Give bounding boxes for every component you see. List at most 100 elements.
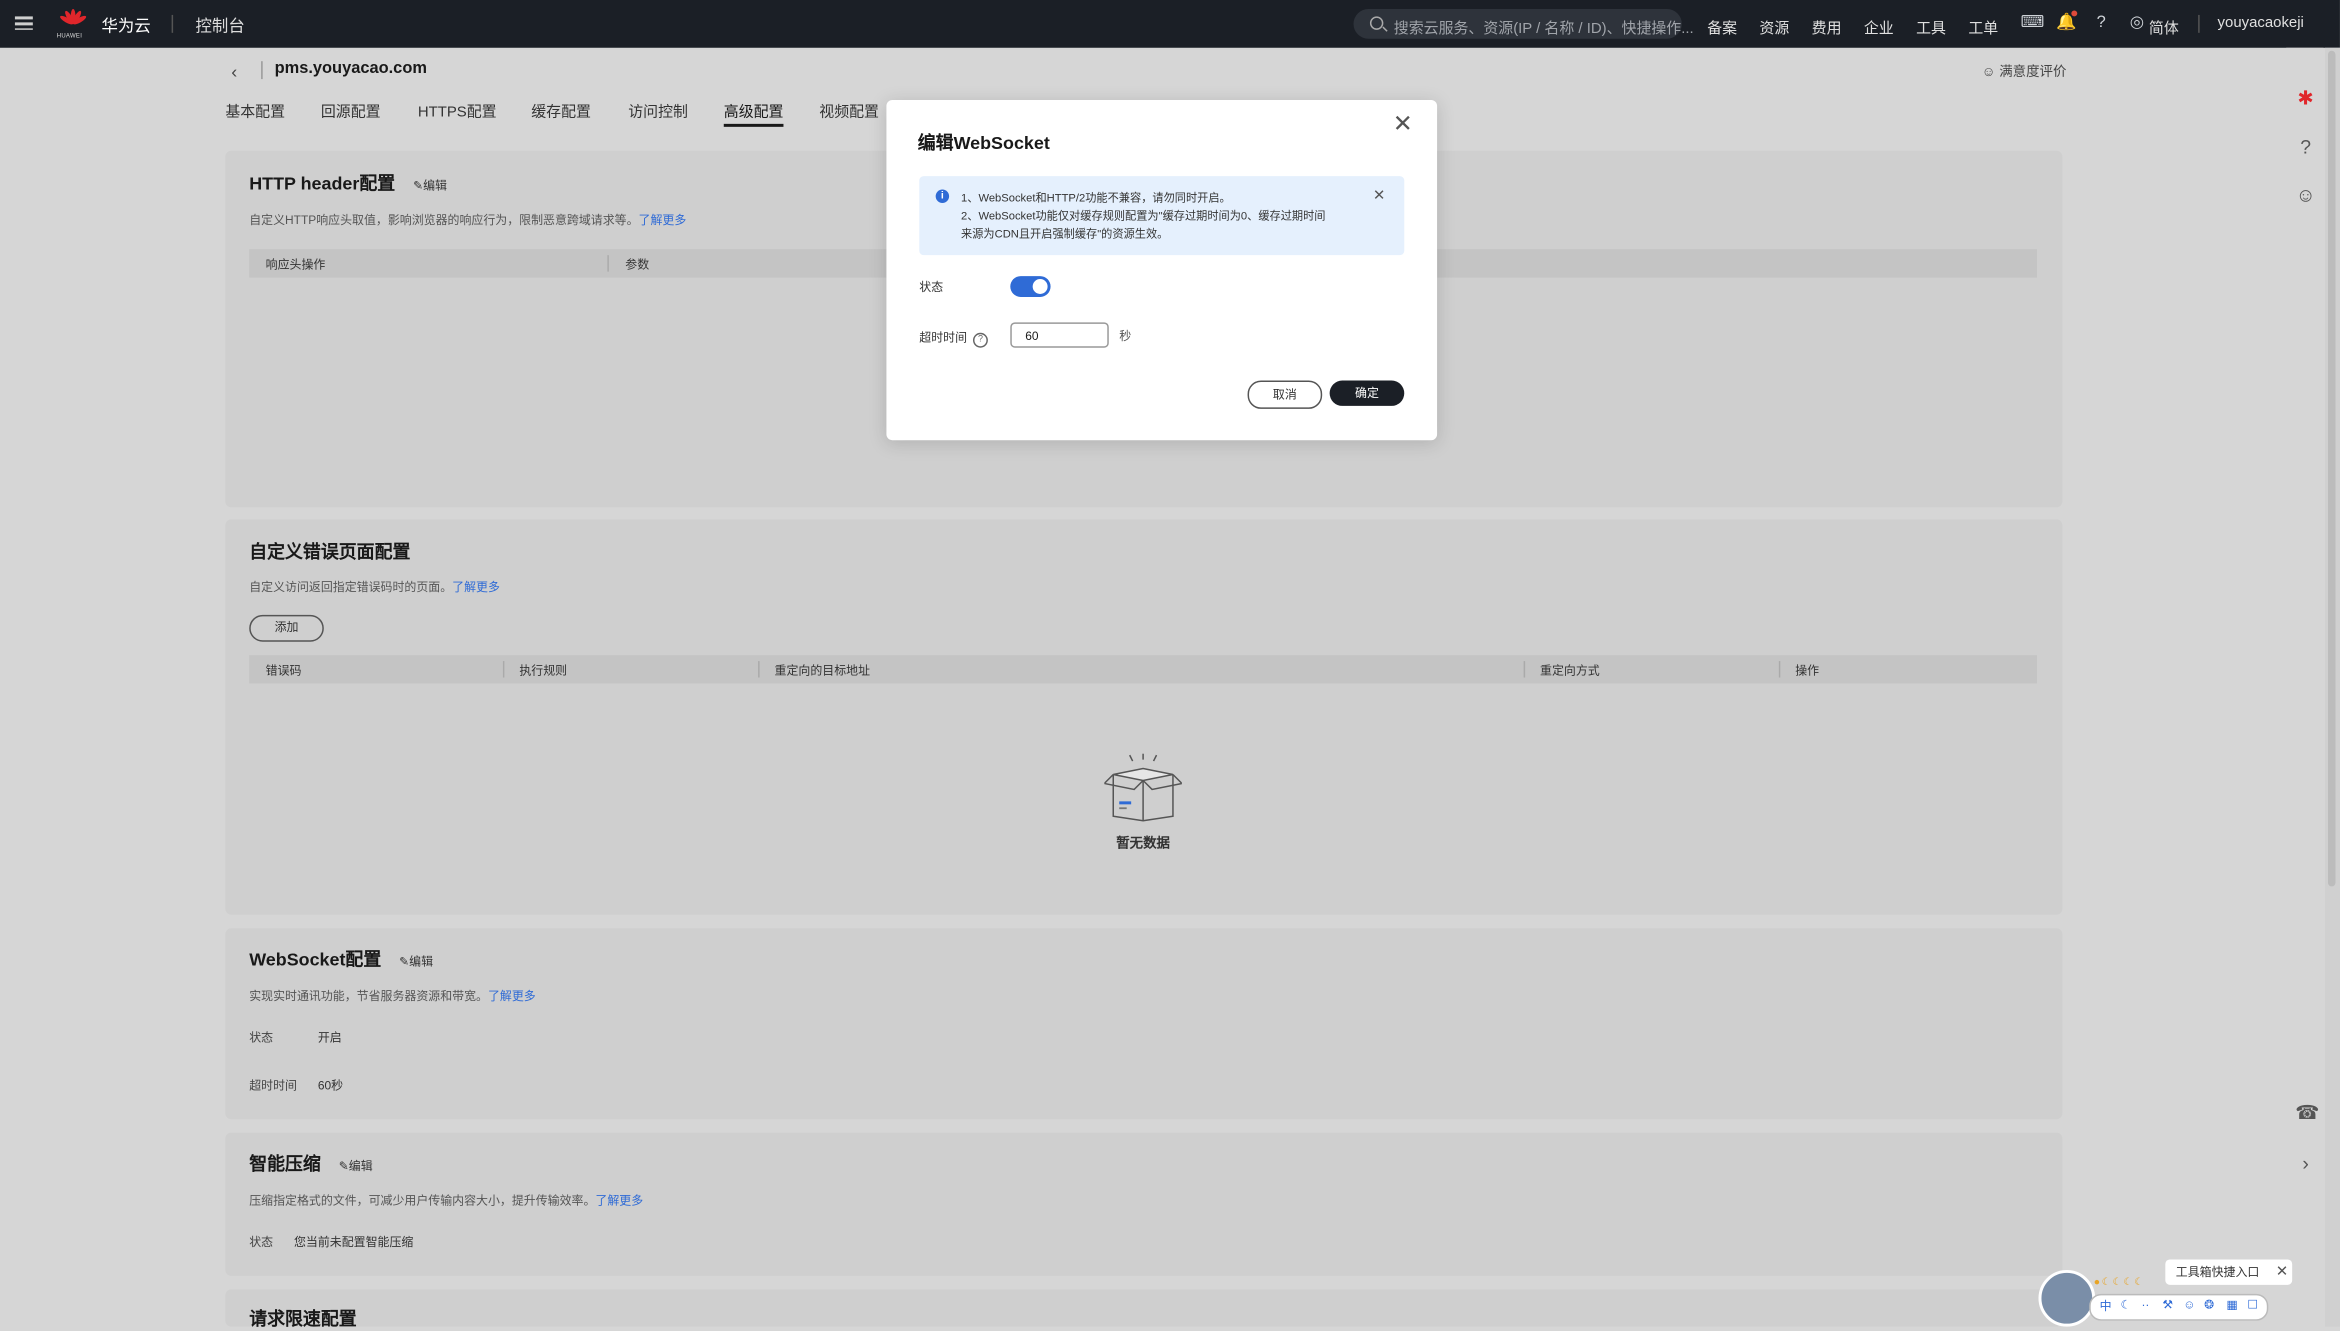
desc-text: 自定义HTTP响应头取值，影响浏览器的响应行为，限制恶意跨域请求等。	[249, 213, 639, 227]
alert-line-1: 1、WebSocket和HTTP/2功能不兼容，请勿同时开启。	[961, 191, 1231, 205]
rating-label: 满意度评价	[1999, 64, 2067, 80]
help-icon[interactable]: ?	[2092, 13, 2110, 31]
http-header-title-text: HTTP header配置	[249, 173, 396, 194]
unit-label: 秒	[1119, 329, 1132, 344]
hamburger-menu-icon[interactable]	[14, 13, 33, 34]
info-icon: i	[935, 189, 950, 203]
ime-icon[interactable]: 中	[2100, 1298, 2112, 1314]
nav-resources[interactable]: 资源	[1759, 15, 1789, 37]
alert-close-icon[interactable]: ✕	[1373, 188, 1386, 204]
satisfaction-rating[interactable]: ☺ 满意度评价	[1982, 61, 2067, 80]
rate-limit-card: 请求限速配置	[225, 1289, 2063, 1330]
error-page-title: 自定义错误页面配置	[249, 541, 411, 563]
compression-card: 智能压缩 ✎编辑 压缩指定格式的文件，可减少用户传输内容大小，提升传输效率。了解更…	[225, 1132, 2063, 1276]
timeout-label-text: 超时时间	[919, 331, 968, 345]
back-chevron-icon[interactable]: ‹	[231, 61, 237, 82]
tab-origin[interactable]: 回源配置	[321, 98, 381, 120]
col-header-op: 响应头操作	[265, 258, 326, 272]
websocket-edit[interactable]: ✎编辑	[399, 955, 433, 968]
console-link[interactable]: 控制台	[195, 13, 244, 37]
tab-https[interactable]: HTTPS配置	[418, 98, 497, 120]
question-icon[interactable]: ?	[972, 332, 988, 348]
status-toggle[interactable]	[1010, 276, 1051, 297]
tab-access[interactable]: 访问控制	[628, 98, 688, 120]
right-rail	[2286, 47, 2324, 1327]
ws-status-value: 开启	[317, 1031, 342, 1045]
search-placeholder: 搜索云服务、资源(IP / 名称 / ID)、快捷操作...	[1393, 20, 1694, 38]
col-redirect-type: 重定向方式	[1540, 664, 1600, 678]
cancel-button[interactable]: 取消	[1247, 380, 1323, 409]
toolbox-bar[interactable]: 中 ☾ ·· ⚒ ☺ ❂ ▦ ☐	[2089, 1293, 2269, 1321]
tab-basic[interactable]: 基本配置	[225, 98, 285, 120]
edit-label: 编辑	[423, 179, 447, 193]
nav-tools[interactable]: 工具	[1916, 15, 1946, 37]
top-bar: HUAWEI 华为云 控制台 搜索云服务、资源(IP / 名称 / ID)、快捷…	[0, 0, 2340, 48]
punct-icon[interactable]: ··	[2141, 1298, 2149, 1311]
tab-video[interactable]: 视频配置	[819, 98, 879, 120]
brand-name[interactable]: 华为云	[101, 13, 150, 37]
websocket-title-text: WebSocket配置	[249, 949, 382, 970]
edit-label: 编辑	[348, 1159, 373, 1173]
learn-more-link[interactable]: 了解更多	[639, 213, 687, 226]
rate-limit-title: 请求限速配置	[249, 1308, 357, 1330]
scrollbar-thumb[interactable]	[2327, 50, 2336, 887]
nav-enterprise[interactable]: 企业	[1864, 15, 1894, 37]
desc-text: 实现实时通讯功能，节省服务器资源和带宽。	[249, 989, 488, 1003]
nav-filing[interactable]: 备案	[1707, 15, 1737, 37]
desc-text: 自定义访问返回指定错误码时的页面。	[249, 580, 453, 594]
help-circle-icon[interactable]: ?	[2295, 137, 2316, 158]
ws-status-label: 状态	[249, 1031, 274, 1045]
nav-tickets[interactable]: 工单	[1968, 15, 1998, 37]
emoji-icon[interactable]: ☺	[2183, 1298, 2195, 1311]
nav-billing[interactable]: 费用	[1812, 15, 1842, 37]
weather-icons: ●☾☾☾☾	[2093, 1277, 2145, 1288]
global-search[interactable]: 搜索云服务、资源(IP / 名称 / ID)、快捷操作...	[1353, 8, 1694, 39]
http-header-edit[interactable]: ✎编辑	[413, 179, 447, 192]
tooltip-close-icon[interactable]: ✕	[2276, 1260, 2289, 1285]
websocket-desc: 实现实时通讯功能，节省服务器资源和带宽。了解更多	[249, 988, 536, 1004]
search-icon	[1369, 16, 1384, 30]
learn-more-link[interactable]: 了解更多	[595, 1194, 643, 1207]
bell-icon[interactable]: 🔔	[2056, 13, 2076, 31]
toolbox-icon[interactable]: ✱	[2295, 87, 2316, 109]
tab-cache[interactable]: 缓存配置	[531, 98, 591, 120]
learn-more-link[interactable]: 了解更多	[488, 989, 536, 1002]
compression-title-text: 智能压缩	[249, 1153, 321, 1175]
websocket-title: WebSocket配置 ✎编辑	[249, 946, 433, 971]
empty-state-text: 暂无数据	[1116, 835, 1170, 851]
tab-advanced[interactable]: 高级配置	[723, 98, 784, 127]
grid-icon[interactable]: ▦	[2227, 1298, 2238, 1311]
learn-more-link[interactable]: 了解更多	[452, 581, 500, 594]
col-error-code: 错误码	[265, 664, 302, 678]
confirm-button[interactable]: 确定	[1329, 380, 1405, 406]
logo-text: HUAWEI	[56, 31, 83, 39]
compression-desc: 压缩指定格式的文件，可减少用户传输内容大小，提升传输效率。了解更多	[249, 1192, 643, 1208]
http-header-desc: 自定义HTTP响应头取值，影响浏览器的响应行为，限制恶意跨域请求等。了解更多	[249, 212, 686, 228]
notification-dot	[2071, 10, 2078, 17]
lock-icon[interactable]: ☐	[2247, 1298, 2258, 1311]
expand-chevron-icon[interactable]: ›	[2295, 1153, 2316, 1175]
col-param: 参数	[625, 258, 650, 272]
compression-edit[interactable]: ✎编辑	[339, 1160, 373, 1173]
add-button[interactable]: 添加	[249, 614, 324, 642]
shirt-icon[interactable]: ❂	[2204, 1298, 2214, 1311]
moon-icon[interactable]: ☾	[2121, 1298, 2132, 1311]
timeout-input[interactable]: 60	[1010, 322, 1109, 348]
language-switch[interactable]: 简体	[2149, 15, 2179, 37]
edit-websocket-dialog: 编辑WebSocket ✕ i 1、WebSocket和HTTP/2功能不兼容，…	[886, 99, 1438, 441]
page-scrollbar[interactable]	[2325, 47, 2340, 1327]
dialog-title: 编辑WebSocket	[917, 132, 1050, 154]
assistant-avatar[interactable]	[2038, 1269, 2096, 1327]
terminal-icon[interactable]: ⌨	[2021, 13, 2045, 31]
smile-icon[interactable]: ☺	[2295, 184, 2316, 206]
col-actions: 操作	[1795, 664, 1820, 678]
toggle-knob	[1032, 279, 1048, 294]
headset-icon[interactable]: ☎	[2295, 1102, 2319, 1124]
ws-timeout-value: 60秒	[317, 1078, 344, 1093]
globe-icon[interactable]: ◎	[2128, 13, 2146, 31]
toolbox-tooltip: 工具箱快捷入口 ✕	[2165, 1259, 2293, 1285]
close-icon[interactable]: ✕	[1392, 113, 1413, 137]
edit-label: 编辑	[409, 955, 434, 969]
user-menu[interactable]: youyacaokeji	[2218, 15, 2304, 31]
wrench-icon[interactable]: ⚒	[2162, 1298, 2173, 1311]
